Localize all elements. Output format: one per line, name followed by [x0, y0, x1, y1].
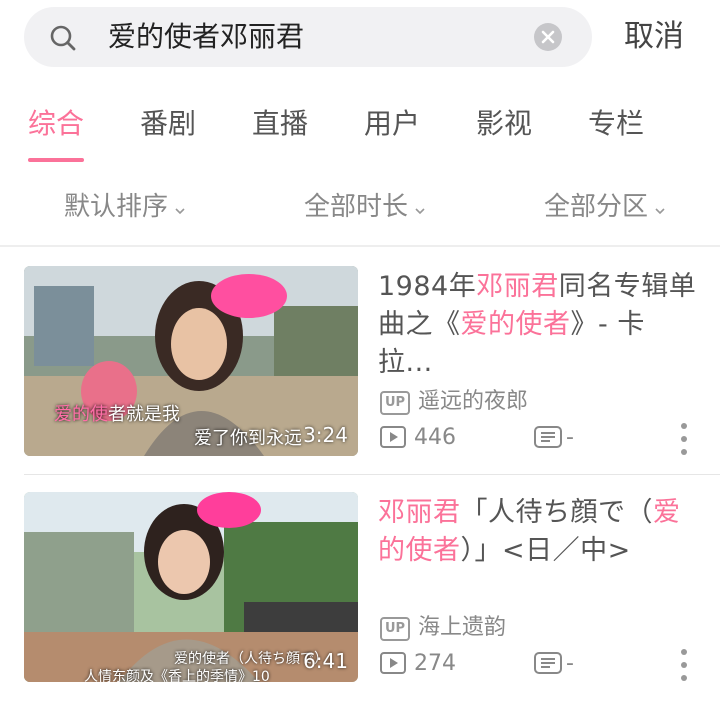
active-tab-indicator — [28, 158, 84, 162]
tab-comprehensive[interactable]: 综合 — [28, 104, 84, 144]
search-input[interactable]: 爱的使者邓丽君 — [108, 18, 304, 56]
uploader[interactable]: UP 遥远的夜郎 — [380, 388, 528, 416]
title-text: 1984年 — [378, 271, 477, 302]
danmaku-count: - — [534, 424, 574, 452]
danmaku-count-value: - — [566, 425, 574, 450]
view-count-value: 274 — [414, 651, 456, 676]
danmaku-count-value: - — [566, 651, 574, 676]
tab-movies[interactable]: 影视 — [476, 104, 532, 144]
video-result-2[interactable]: 爱的使者（人待ち顔で） 人情东颜及《香上的季情》10 6:41 邓丽君「人待ち顔… — [0, 488, 720, 688]
title-highlight: 爱的使者 — [460, 309, 571, 340]
tab-live[interactable]: 直播 — [252, 104, 308, 144]
play-count-icon — [380, 426, 406, 456]
video-duration: 6:41 — [303, 649, 348, 673]
divider — [24, 474, 720, 475]
play-count-icon — [380, 652, 406, 682]
video-thumbnail[interactable]: 爱的使者就是我 爱了你到永远 3:24 — [24, 266, 358, 456]
subtitle-line-2: 人情东颜及《香上的季情》10 — [84, 669, 270, 682]
clear-icon[interactable] — [534, 23, 562, 51]
zone-filter[interactable]: 全部分区 — [544, 188, 666, 227]
video-duration: 3:24 — [303, 423, 348, 447]
subtitle-line-2: 爱了你到永远 — [194, 428, 302, 449]
video-thumbnail[interactable]: 爱的使者（人待ち顔で） 人情东颜及《香上的季情》10 6:41 — [24, 492, 358, 682]
danmaku-icon — [534, 652, 562, 674]
duration-filter-label: 全部时长 — [304, 192, 409, 222]
zone-filter-label: 全部分区 — [544, 192, 649, 222]
title-text: ）」<日／中> — [460, 535, 631, 566]
view-count: 446 — [380, 424, 456, 456]
chevron-down-icon — [414, 189, 426, 227]
video-title[interactable]: 邓丽君「人待ち顔で（爱的使者）」<日／中> — [378, 494, 698, 570]
uploader-name: 遥远的夜郎 — [418, 389, 529, 414]
view-count-value: 446 — [414, 425, 456, 450]
danmaku-count: - — [534, 650, 574, 678]
divider — [0, 245, 720, 247]
tab-users[interactable]: 用户 — [364, 104, 420, 144]
sort-filter-label: 默认排序 — [64, 192, 169, 222]
subtitle-text: 者就是我 — [108, 404, 180, 425]
up-badge-icon: UP — [380, 391, 410, 415]
tab-articles[interactable]: 专栏 — [588, 104, 644, 144]
tab-bangumi[interactable]: 番剧 — [140, 104, 196, 144]
subtitle-line: 爱的使者就是我 — [54, 400, 180, 426]
uploader-name: 海上遗韵 — [418, 615, 507, 640]
search-bar: 爱的使者邓丽君 取消 — [0, 0, 720, 78]
category-tabs: 综合 番剧 直播 用户 影视 专栏 — [0, 96, 720, 164]
video-title[interactable]: 1984年邓丽君同名专辑单曲之《爱的使者》- 卡拉... — [378, 268, 698, 382]
cancel-button[interactable]: 取消 — [624, 18, 684, 56]
sort-filter[interactable]: 默认排序 — [64, 188, 186, 227]
filter-bar: 默认排序 全部时长 全部分区 — [0, 180, 720, 240]
video-result-1[interactable]: 爱的使者就是我 爱了你到永远 3:24 1984年邓丽君同名专辑单曲之《爱的使者… — [0, 262, 720, 462]
more-vertical-icon[interactable] — [678, 648, 690, 686]
more-vertical-icon[interactable] — [678, 422, 690, 460]
title-highlight: 邓丽君 — [378, 497, 461, 528]
title-highlight: 邓丽君 — [476, 271, 559, 302]
subtitle-highlight: 爱的使 — [54, 404, 108, 425]
chevron-down-icon — [174, 189, 186, 227]
duration-filter[interactable]: 全部时长 — [304, 188, 426, 227]
danmaku-icon — [534, 426, 562, 448]
title-text: 「人待ち顔で（ — [460, 497, 653, 528]
view-count: 274 — [380, 650, 456, 682]
chevron-down-icon — [654, 189, 666, 227]
search-icon — [48, 23, 78, 53]
up-badge-icon: UP — [380, 617, 410, 641]
uploader[interactable]: UP 海上遗韵 — [380, 614, 506, 642]
